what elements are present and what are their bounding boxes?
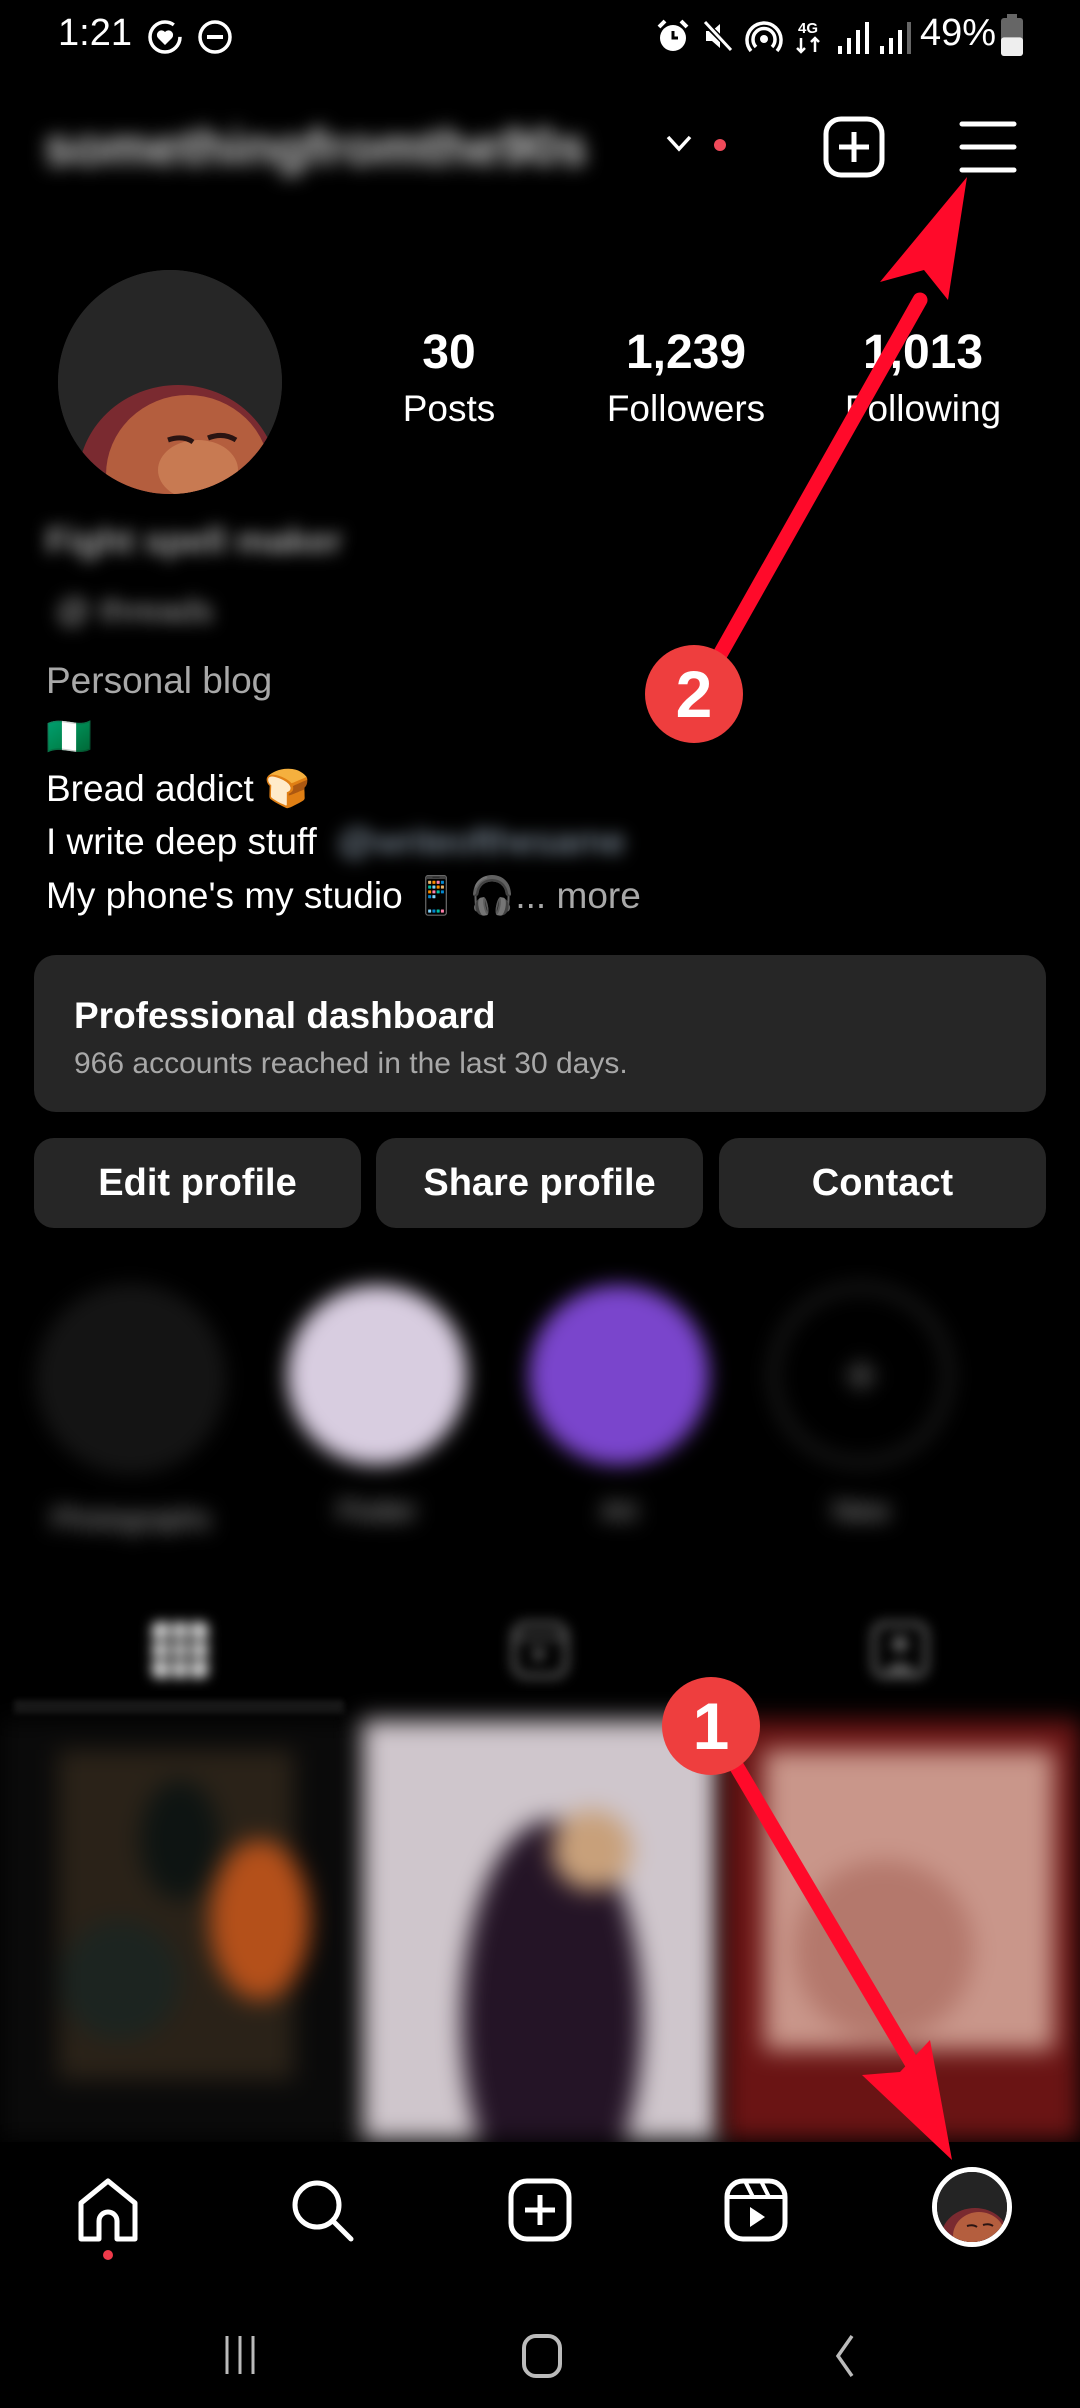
tagged-icon: [871, 1621, 929, 1679]
highlight-item[interactable]: Photographs: [36, 1285, 226, 1545]
annotation-badge-1: 1: [662, 1677, 760, 1775]
signal-icon: [838, 22, 869, 54]
active-tab-indicator: [14, 1700, 344, 1714]
bio-flag: 🇳🇬: [46, 716, 93, 757]
post-thumbnail[interactable]: [0, 1720, 356, 2140]
dashboard-subtitle: 966 accounts reached in the last 30 days…: [74, 1047, 628, 1080]
bio-line: I write deep stuff @writeofthesame: [46, 821, 626, 863]
contact-button[interactable]: Contact: [719, 1138, 1046, 1228]
post-thumbnail[interactable]: [724, 1720, 1080, 2140]
hamburger-menu-icon: [959, 121, 1017, 173]
system-home-button[interactable]: [502, 2315, 582, 2395]
plus-square-icon: [508, 2178, 572, 2242]
highlight-cover: [37, 1285, 225, 1473]
svg-text:4G: 4G: [798, 20, 818, 37]
avatar-photo: [58, 270, 282, 494]
heart-sync-icon: [148, 20, 182, 54]
plus-icon: +: [771, 1285, 951, 1465]
highlight-cover: [529, 1285, 709, 1465]
nav-create[interactable]: [500, 2170, 580, 2250]
back-button[interactable]: [805, 2315, 885, 2395]
chevron-down-icon[interactable]: [662, 126, 696, 160]
bio-text: I write deep stuff: [46, 821, 317, 862]
home-circle-icon: [522, 2334, 562, 2378]
post-image: [724, 1720, 1080, 2140]
nav-home[interactable]: [68, 2170, 148, 2250]
profile-name: Fight spell maker: [46, 520, 343, 561]
tab-reels[interactable]: [360, 1605, 720, 1695]
arrow-to-menu: [692, 177, 967, 698]
alarm-icon: [657, 19, 689, 51]
followers-count: 1,239: [625, 326, 747, 379]
battery-icon: [1001, 14, 1023, 56]
profile-avatar[interactable]: [58, 270, 282, 494]
stat-posts[interactable]: 30 Posts: [339, 325, 559, 430]
stat-following[interactable]: 1,013 Following: [813, 325, 1033, 430]
highlight-label: Flutter: [337, 1495, 417, 1526]
home-icon: [78, 2178, 138, 2242]
plus-square-icon: [823, 116, 885, 178]
post-image: [362, 1720, 718, 2140]
mute-icon: [701, 19, 735, 53]
do-not-disturb-icon: [198, 20, 232, 54]
new-highlight-button[interactable]: + New: [766, 1285, 956, 1545]
battery-percent: 49%: [920, 12, 997, 54]
4g-data-icon: 4G: [796, 20, 820, 54]
new-post-button[interactable]: [822, 115, 886, 179]
highlight-label: New: [832, 1495, 889, 1526]
share-profile-button[interactable]: Share profile: [376, 1138, 703, 1228]
posts-count: 30: [422, 326, 476, 379]
grid-icon: [152, 1622, 208, 1678]
bio-text: My phone's my studio 📱 🎧: [46, 875, 516, 916]
tab-grid[interactable]: [0, 1605, 360, 1695]
edit-profile-button[interactable]: Edit profile: [34, 1138, 361, 1228]
post-thumbnail[interactable]: [362, 1720, 718, 2140]
followers-label: Followers: [606, 388, 766, 429]
home-notification-dot: [103, 2250, 113, 2260]
reels-icon: [724, 2178, 788, 2242]
bio-line: My phone's my studio 📱 🎧... more: [46, 875, 641, 918]
nav-profile[interactable]: [932, 2167, 1012, 2247]
nav-reels[interactable]: [716, 2170, 796, 2250]
highlight-label: Art: [601, 1495, 637, 1526]
bio-mention-link[interactable]: @writeofthesame: [337, 821, 625, 862]
stat-followers[interactable]: 1,239 Followers: [576, 325, 796, 430]
highlight-cover: [287, 1285, 467, 1465]
professional-dashboard-card[interactable]: Professional dashboard 966 accounts reac…: [34, 955, 1046, 1112]
back-icon: [835, 2334, 854, 2378]
threads-badge[interactable]: @ threads: [56, 592, 213, 631]
tab-tagged[interactable]: [720, 1605, 1080, 1695]
annotation-badge-2: 2: [645, 645, 743, 743]
highlight-item[interactable]: Flutter: [282, 1285, 472, 1545]
posts-label: Posts: [402, 388, 496, 429]
highlight-label: Photographs: [51, 1503, 211, 1534]
avatar: [937, 2172, 1007, 2242]
highlight-item[interactable]: Art: [524, 1285, 714, 1545]
post-image: [0, 1720, 356, 2140]
hotspot-icon: [745, 21, 783, 53]
reels-icon: [511, 1621, 569, 1679]
search-icon: [292, 2180, 354, 2242]
following-count: 1,013: [862, 326, 984, 379]
clock: 1:21: [58, 12, 132, 54]
profile-category: Personal blog: [46, 660, 273, 701]
menu-button[interactable]: [956, 115, 1020, 179]
recents-button[interactable]: [200, 2315, 280, 2395]
following-label: Following: [844, 388, 1002, 429]
username-switcher[interactable]: somethingfromthe90s: [44, 118, 644, 180]
recents-icon: [225, 2336, 255, 2374]
notification-dot: [714, 139, 726, 151]
dashboard-title: Professional dashboard: [74, 995, 496, 1036]
more-link[interactable]: ... more: [515, 875, 640, 916]
status-bar: 1:21 4G 49%: [0, 0, 1080, 72]
nav-search[interactable]: [282, 2170, 362, 2250]
signal-icon-2: [880, 22, 911, 54]
bio-line: Bread addict 🍞: [46, 768, 311, 809]
